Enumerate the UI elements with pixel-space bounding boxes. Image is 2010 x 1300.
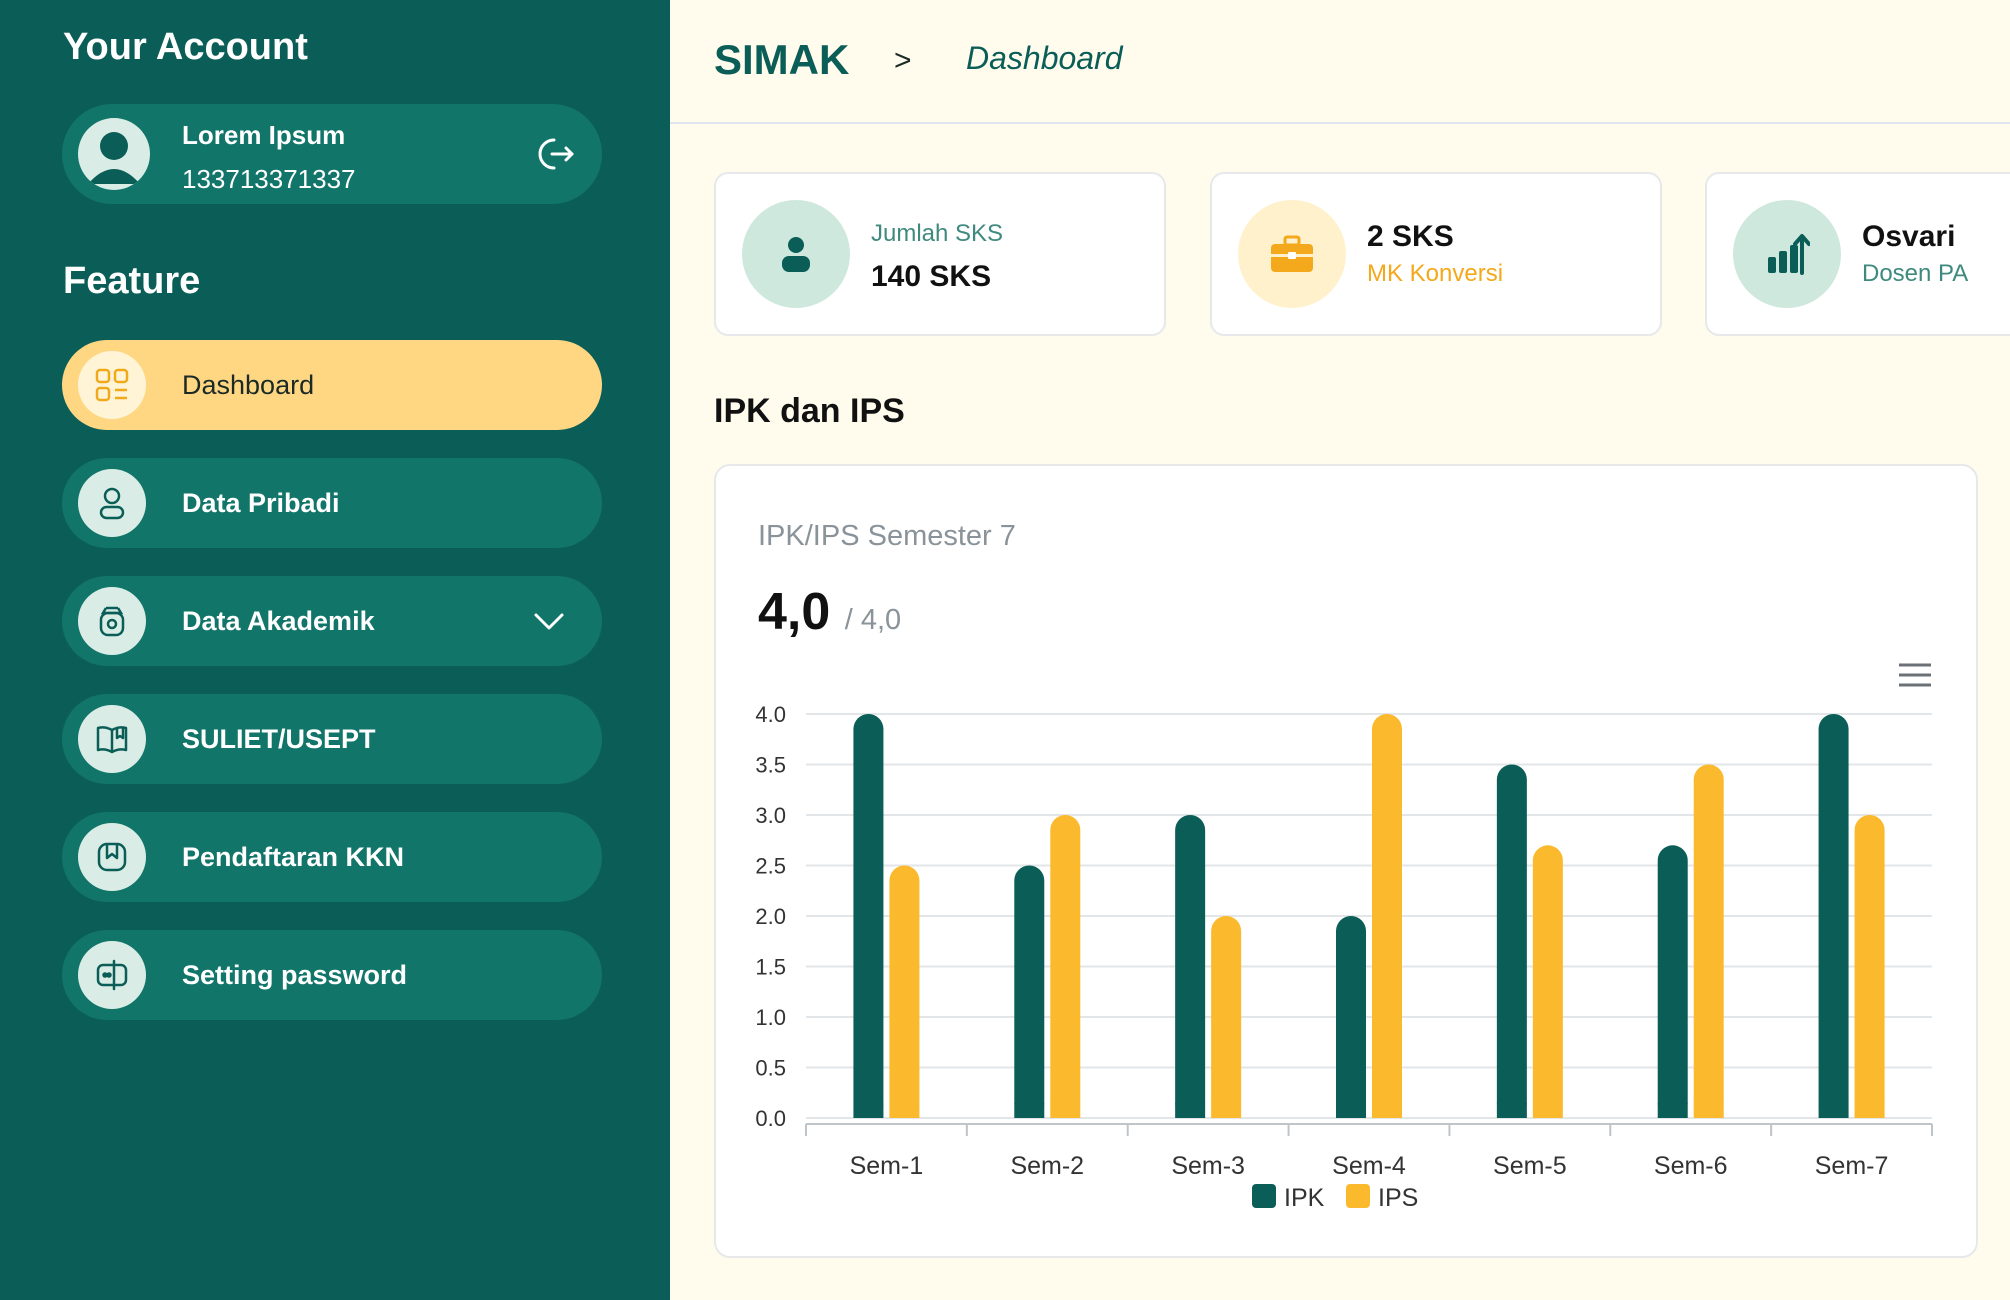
password-icon bbox=[78, 941, 146, 1009]
sidebar-item-data-akademik[interactable]: Data Akademik bbox=[62, 576, 602, 666]
bar-base-ips bbox=[1532, 1103, 1563, 1118]
avatar bbox=[78, 118, 150, 190]
stat-card-konversi: 2 SKS MK Konversi bbox=[1210, 172, 1662, 336]
account-heading: Your Account bbox=[63, 26, 308, 68]
bar-ips bbox=[1693, 764, 1724, 1118]
logout-icon[interactable] bbox=[538, 134, 578, 174]
briefcase-icon bbox=[1238, 200, 1346, 308]
bar-ips bbox=[1211, 916, 1242, 1118]
x-tick-label: Sem-6 bbox=[1654, 1152, 1728, 1180]
account-id: 133713371337 bbox=[182, 164, 356, 194]
x-tick-label: Sem-2 bbox=[1010, 1152, 1084, 1180]
breadcrumb-separator: > bbox=[894, 44, 912, 77]
section-title: IPK dan IPS bbox=[714, 392, 905, 430]
bar-ipk bbox=[1336, 916, 1366, 1118]
y-tick-label: 3.5 bbox=[755, 753, 786, 778]
bar-ips bbox=[1532, 845, 1563, 1118]
bar-base-ipk bbox=[853, 1103, 884, 1118]
book-icon bbox=[78, 705, 146, 773]
stat-label: Dosen PA bbox=[1862, 260, 1969, 287]
bar-ipk bbox=[1657, 845, 1688, 1118]
bookmark-icon bbox=[78, 823, 146, 891]
y-tick-label: 1.5 bbox=[755, 955, 786, 980]
bar-base-ipk bbox=[1175, 1103, 1206, 1118]
x-tick-label: Sem-1 bbox=[850, 1152, 924, 1180]
legend-swatch bbox=[1346, 1184, 1370, 1208]
dashboard-icon bbox=[78, 351, 146, 419]
stat-value: 140 SKS bbox=[871, 260, 992, 293]
person-icon bbox=[78, 469, 146, 537]
bar-base-ipk bbox=[1818, 1103, 1849, 1118]
sidebar: Your Account Lorem Ipsum 133713371337 Fe… bbox=[0, 0, 670, 1300]
sidebar-item-pendaftaran-kkn[interactable]: Pendaftaran KKN bbox=[62, 812, 602, 902]
stat-value: Osvari bbox=[1862, 220, 1956, 253]
academic-icon bbox=[78, 587, 146, 655]
bar-ips bbox=[1050, 815, 1081, 1118]
chevron-down-icon[interactable] bbox=[532, 606, 566, 636]
y-tick-label: 0.0 bbox=[755, 1106, 786, 1131]
x-tick-label: Sem-5 bbox=[1493, 1152, 1567, 1180]
bar-ips bbox=[1372, 714, 1402, 1118]
chart-up-icon bbox=[1733, 200, 1841, 308]
y-tick-label: 0.5 bbox=[755, 1056, 786, 1081]
bar-ipk bbox=[1175, 815, 1206, 1118]
bar-ipk bbox=[1496, 764, 1527, 1118]
account-card: Lorem Ipsum 133713371337 bbox=[62, 104, 602, 204]
y-tick-label: 2.5 bbox=[755, 854, 786, 879]
chart-card: IPK/IPS Semester 7 4,0 / 4,0 0.0 0.5 1.0 1.… bbox=[714, 464, 1978, 1258]
bar-ipk bbox=[853, 714, 884, 1118]
bar-base-ips bbox=[1693, 1103, 1724, 1118]
y-tick-label: 1.0 bbox=[755, 1005, 786, 1030]
feature-heading: Feature bbox=[63, 260, 201, 302]
y-tick-label: 4.0 bbox=[755, 702, 786, 727]
stat-label: Jumlah SKS bbox=[871, 220, 1004, 247]
bar-base-ipk bbox=[1336, 1103, 1366, 1118]
account-name: Lorem Ipsum bbox=[182, 120, 346, 150]
bar-base-ips bbox=[1372, 1103, 1402, 1118]
top-header: SIMAK > Dashboard bbox=[670, 0, 2010, 124]
brand-title[interactable]: SIMAK bbox=[714, 36, 849, 84]
legend-label: IPS bbox=[1378, 1184, 1418, 1212]
stat-card-dosen: Osvari Dosen PA bbox=[1705, 172, 2010, 336]
stat-label: MK Konversi bbox=[1367, 260, 1504, 287]
bar-ipk bbox=[1818, 714, 1849, 1118]
stat-value: 2 SKS bbox=[1367, 220, 1454, 253]
sidebar-item-suliet-usept[interactable]: SULIET/USEPT bbox=[62, 694, 602, 784]
sidebar-item-label: Pendaftaran KKN bbox=[182, 842, 405, 872]
x-tick-label: Sem-3 bbox=[1171, 1152, 1245, 1180]
x-tick-label: Sem-7 bbox=[1815, 1152, 1889, 1180]
bar-ipk bbox=[1014, 865, 1045, 1118]
bar-base-ips bbox=[1211, 1103, 1242, 1118]
user-icon bbox=[742, 200, 850, 308]
sidebar-item-label: Setting password bbox=[182, 960, 408, 990]
bar-base-ips bbox=[1050, 1103, 1081, 1118]
sidebar-item-label: Dashboard bbox=[182, 370, 315, 400]
bar-base-ips bbox=[1854, 1103, 1885, 1118]
x-tick-label: Sem-4 bbox=[1332, 1152, 1406, 1180]
bar-ips bbox=[889, 865, 920, 1118]
bar-base-ipk bbox=[1657, 1103, 1688, 1118]
legend-label: IPK bbox=[1284, 1184, 1325, 1212]
y-tick-label: 3.0 bbox=[755, 803, 786, 828]
ipk-ips-bar-chart: 0.0 0.5 1.0 1.5 2.0 2.5 3.0 3.5 4.0 Sem-1 Sem-2 Sem… bbox=[755, 702, 1933, 1212]
y-tick-label: 2.0 bbox=[755, 904, 786, 929]
bar-ips bbox=[1854, 815, 1885, 1118]
sidebar-item-label: Data Pribadi bbox=[182, 488, 340, 518]
bar-base-ips bbox=[889, 1103, 920, 1118]
sidebar-item-label: SULIET/USEPT bbox=[182, 724, 376, 754]
sidebar-item-label: Data Akademik bbox=[182, 606, 375, 636]
legend-swatch bbox=[1252, 1184, 1276, 1208]
sidebar-item-dashboard[interactable]: Dashboard bbox=[62, 340, 602, 430]
bar-base-ipk bbox=[1496, 1103, 1527, 1118]
stat-card-sks: Jumlah SKS 140 SKS bbox=[714, 172, 1166, 336]
breadcrumb-current: Dashboard bbox=[966, 40, 1123, 76]
sidebar-item-setting-password[interactable]: Setting password bbox=[62, 930, 602, 1020]
bar-base-ipk bbox=[1014, 1103, 1045, 1118]
sidebar-item-data-pribadi[interactable]: Data Pribadi bbox=[62, 458, 602, 548]
